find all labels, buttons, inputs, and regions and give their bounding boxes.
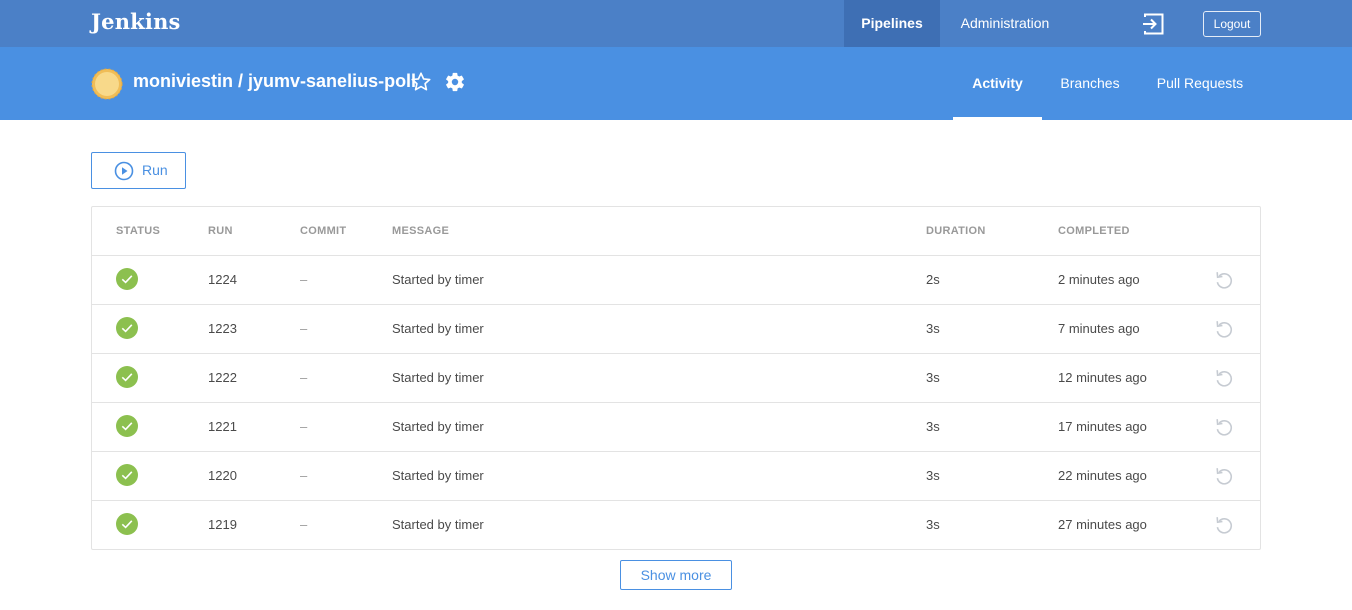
run-duration: 3s bbox=[926, 419, 940, 434]
column-header-message: MESSAGE bbox=[392, 225, 450, 237]
table-row[interactable]: 1220 – Started by timer 3s 22 minutes ag… bbox=[92, 452, 1260, 501]
commit-id: – bbox=[300, 517, 308, 532]
top-navigation-bar: Jenkins Pipelines Administration Logout bbox=[0, 0, 1352, 47]
run-duration: 2s bbox=[926, 272, 940, 287]
run-completed: 7 minutes ago bbox=[1058, 321, 1140, 336]
table-row[interactable]: 1224 – Started by timer 2s 2 minutes ago bbox=[92, 256, 1260, 305]
sign-out-icon[interactable] bbox=[1142, 13, 1164, 35]
table-header: STATUS RUN COMMIT MESSAGE DURATION COMPL… bbox=[92, 207, 1260, 256]
run-number: 1220 bbox=[208, 468, 237, 483]
tab-activity[interactable]: Activity bbox=[953, 47, 1042, 120]
run-duration: 3s bbox=[926, 468, 940, 483]
run-number: 1223 bbox=[208, 321, 237, 336]
rerun-icon[interactable] bbox=[1214, 417, 1234, 437]
tab-branches[interactable]: Branches bbox=[1050, 47, 1130, 120]
success-check-icon bbox=[116, 268, 138, 290]
run-message: Started by timer bbox=[392, 517, 484, 532]
nav-pipelines[interactable]: Pipelines bbox=[844, 0, 940, 47]
run-message: Started by timer bbox=[392, 272, 484, 287]
column-header-completed: COMPLETED bbox=[1058, 225, 1130, 237]
run-completed: 2 minutes ago bbox=[1058, 272, 1140, 287]
organization-avatar bbox=[91, 68, 123, 100]
run-message: Started by timer bbox=[392, 370, 484, 385]
run-message: Started by timer bbox=[392, 468, 484, 483]
rerun-icon[interactable] bbox=[1214, 466, 1234, 486]
commit-id: – bbox=[300, 370, 308, 385]
run-message: Started by timer bbox=[392, 419, 484, 434]
run-number: 1219 bbox=[208, 517, 237, 532]
rerun-icon[interactable] bbox=[1214, 515, 1234, 535]
column-header-status: STATUS bbox=[116, 225, 161, 237]
activity-table: STATUS RUN COMMIT MESSAGE DURATION COMPL… bbox=[91, 206, 1261, 550]
commit-id: – bbox=[300, 468, 308, 483]
column-header-commit: COMMIT bbox=[300, 225, 347, 237]
run-number: 1221 bbox=[208, 419, 237, 434]
run-duration: 3s bbox=[926, 517, 940, 532]
run-button[interactable]: Run bbox=[91, 152, 186, 189]
run-duration: 3s bbox=[926, 370, 940, 385]
nav-administration[interactable]: Administration bbox=[946, 0, 1064, 47]
table-row[interactable]: 1223 – Started by timer 3s 7 minutes ago bbox=[92, 305, 1260, 354]
success-check-icon bbox=[116, 464, 138, 486]
rerun-icon[interactable] bbox=[1214, 270, 1234, 290]
run-completed: 17 minutes ago bbox=[1058, 419, 1147, 434]
rerun-icon[interactable] bbox=[1214, 319, 1234, 339]
commit-id: – bbox=[300, 272, 308, 287]
run-message: Started by timer bbox=[392, 321, 484, 336]
jenkins-logo[interactable]: Jenkins bbox=[91, 9, 181, 34]
commit-id: – bbox=[300, 419, 308, 434]
table-row[interactable]: 1222 – Started by timer 3s 12 minutes ag… bbox=[92, 354, 1260, 403]
run-completed: 22 minutes ago bbox=[1058, 468, 1147, 483]
tab-pull-requests[interactable]: Pull Requests bbox=[1140, 47, 1260, 120]
run-duration: 3s bbox=[926, 321, 940, 336]
success-check-icon bbox=[116, 317, 138, 339]
play-circle-icon bbox=[114, 161, 134, 181]
run-number: 1222 bbox=[208, 370, 237, 385]
favorite-star-icon[interactable] bbox=[410, 71, 432, 93]
success-check-icon bbox=[116, 415, 138, 437]
column-header-run: RUN bbox=[208, 225, 233, 237]
table-row[interactable]: 1221 – Started by timer 3s 17 minutes ag… bbox=[92, 403, 1260, 452]
run-button-label: Run bbox=[142, 162, 168, 178]
run-number: 1224 bbox=[208, 272, 237, 287]
success-check-icon bbox=[116, 513, 138, 535]
pipeline-title[interactable]: moniviestin / jyumv-sanelius-poll bbox=[133, 71, 416, 92]
rerun-icon[interactable] bbox=[1214, 368, 1234, 388]
show-more-button[interactable]: Show more bbox=[620, 560, 732, 590]
settings-gear-icon[interactable] bbox=[444, 71, 466, 93]
logout-button[interactable]: Logout bbox=[1203, 11, 1261, 37]
run-completed: 12 minutes ago bbox=[1058, 370, 1147, 385]
success-check-icon bbox=[116, 366, 138, 388]
commit-id: – bbox=[300, 321, 308, 336]
column-header-duration: DURATION bbox=[926, 225, 986, 237]
run-completed: 27 minutes ago bbox=[1058, 517, 1147, 532]
table-row[interactable]: 1219 – Started by timer 3s 27 minutes ag… bbox=[92, 501, 1260, 550]
